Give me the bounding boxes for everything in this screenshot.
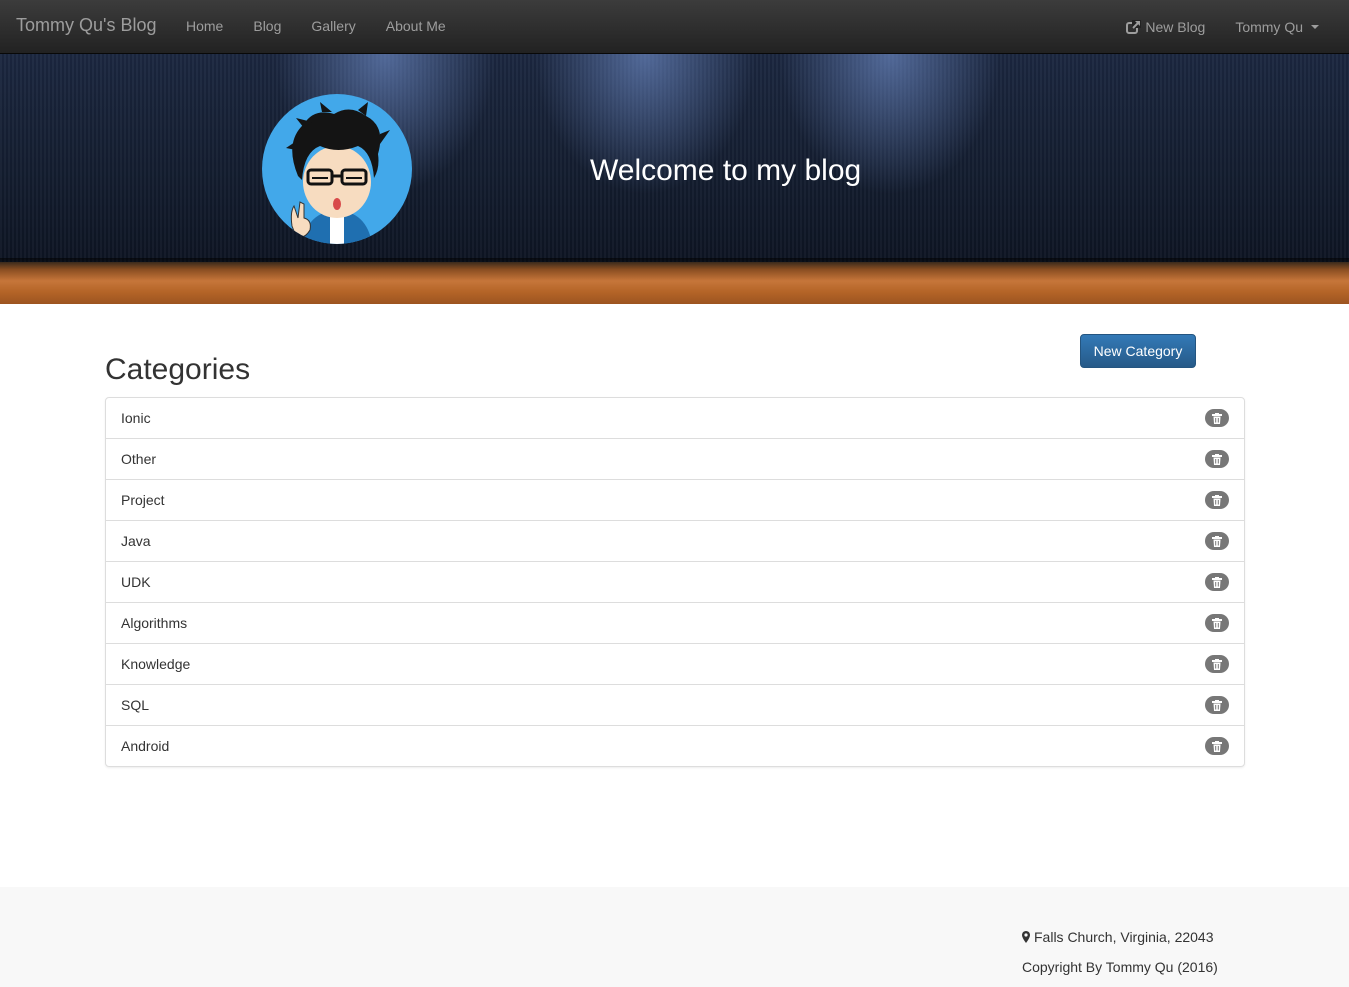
category-name: Knowledge [121,656,191,672]
trash-icon [1212,412,1222,424]
trash-icon [1212,740,1222,752]
trash-icon [1212,535,1222,547]
delete-category-button[interactable] [1205,655,1229,673]
user-dropdown[interactable]: Tommy Qu [1220,0,1334,54]
delete-category-button[interactable] [1205,737,1229,755]
category-name: Android [121,738,170,754]
share-square-icon [1126,20,1142,34]
delete-category-button[interactable] [1205,573,1229,591]
list-item[interactable]: Project [106,479,1244,520]
category-name: Other [121,451,157,467]
navbar: Tommy Qu's Blog Home Blog Gallery About … [0,0,1349,54]
list-item[interactable]: Knowledge [106,643,1244,684]
trash-icon [1212,494,1222,506]
footer: Falls Church, Virginia, 22043 Copyright … [0,887,1349,987]
trash-icon [1212,658,1222,670]
list-item[interactable]: Android [106,725,1244,766]
category-list: Ionic Other Project Java UDK Algorithms [105,397,1245,767]
new-blog-link[interactable]: New Blog [1111,0,1220,54]
delete-category-button[interactable] [1205,614,1229,632]
brand-link[interactable]: Tommy Qu's Blog [16,15,156,36]
list-item[interactable]: UDK [106,561,1244,602]
new-category-button[interactable]: New Category [1080,334,1196,368]
delete-category-button[interactable] [1205,409,1229,427]
new-blog-label: New Blog [1145,19,1206,35]
delete-category-button[interactable] [1205,532,1229,550]
user-name: Tommy Qu [1235,19,1303,35]
avatar [262,94,412,244]
nav-blog[interactable]: Blog [238,0,296,54]
category-name: Project [121,492,165,508]
list-item[interactable]: Java [106,520,1244,561]
delete-category-button[interactable] [1205,491,1229,509]
copyright-text: Copyright By Tommy Qu (2016) [1022,959,1218,975]
caret-down-icon [1311,25,1319,29]
address-text: Falls Church, Virginia, 22043 [1034,929,1214,945]
category-name: Java [121,533,151,549]
list-item[interactable]: Algorithms [106,602,1244,643]
nav-home[interactable]: Home [171,0,238,54]
category-name: SQL [121,697,150,713]
category-name: Algorithms [121,615,188,631]
stage-floor [0,262,1349,304]
list-item[interactable]: Other [106,438,1244,479]
nav-gallery[interactable]: Gallery [296,0,370,54]
category-name: UDK [121,574,151,590]
nav-about-me[interactable]: About Me [371,0,461,54]
trash-icon [1212,617,1222,629]
list-item[interactable]: Ionic [106,398,1244,438]
welcome-heading: Welcome to my blog [590,154,862,187]
trash-icon [1212,453,1222,465]
delete-category-button[interactable] [1205,450,1229,468]
delete-category-button[interactable] [1205,696,1229,714]
category-name: Ionic [121,410,151,426]
trash-icon [1212,699,1222,711]
avatar-illustration [286,102,390,244]
main-nav: Home Blog Gallery About Me [171,0,461,54]
header-banner: Welcome to my blog [0,54,1349,304]
footer-address: Falls Church, Virginia, 22043 [1022,929,1214,945]
list-item[interactable]: SQL [106,684,1244,725]
map-marker-icon [1022,931,1030,943]
trash-icon [1212,576,1222,588]
user-nav: New Blog Tommy Qu [1111,0,1334,54]
page-title: Categories [105,353,251,386]
